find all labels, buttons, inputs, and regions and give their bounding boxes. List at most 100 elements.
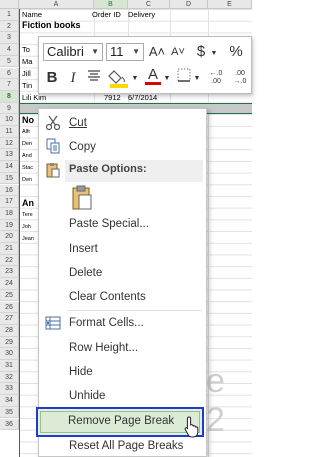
chevron-down-icon[interactable]: ▼ (131, 70, 139, 88)
paste-option-icon[interactable] (71, 185, 93, 211)
row-header[interactable]: 22 (0, 254, 19, 267)
percent-style-button[interactable]: % (225, 43, 247, 61)
decrease-decimal-button[interactable]: .00 →.0 (229, 70, 251, 86)
menu-item-clear-contents[interactable]: Clear Contents (69, 289, 146, 305)
column-header-e[interactable]: E (208, 0, 252, 9)
page-number-watermark: e 2 (206, 362, 225, 439)
row-header[interactable]: 28 (0, 324, 19, 337)
borders-icon (177, 68, 191, 82)
row-header[interactable]: 32 (0, 371, 19, 384)
copy-icon (46, 138, 60, 154)
menu-item-unhide[interactable]: Unhide (69, 388, 105, 404)
font-name-box[interactable]: Calibri ▼ (43, 43, 103, 61)
menu-item-remove-page-break[interactable]: Remove Page Break (36, 407, 204, 437)
row-header[interactable]: 2 (0, 20, 19, 33)
row-header[interactable]: 31 (0, 360, 19, 372)
row-header[interactable]: 20 (0, 231, 19, 243)
cell-a13[interactable]: And (22, 151, 32, 162)
cut-icon (45, 115, 61, 131)
mini-toolbar: Calibri ▼ 11 ▼ A˄ A˅ $ ▼ % B I ▼ A ▼ ▼ ←… (38, 36, 252, 94)
menu-item-delete[interactable]: Delete (69, 265, 102, 281)
row-header[interactable]: 35 (0, 406, 19, 419)
cell-a18[interactable]: Tere (22, 210, 33, 221)
font-size-box[interactable]: 11 ▼ (106, 43, 144, 61)
cell-a12[interactable]: Den (22, 139, 32, 150)
row-header[interactable]: 16 (0, 184, 19, 197)
cell-a2[interactable]: Fiction books (22, 20, 81, 31)
italic-button[interactable]: I (64, 69, 82, 87)
row-header[interactable]: 24 (0, 278, 19, 290)
cell-a20[interactable]: Jean (22, 234, 34, 245)
row-header[interactable]: 33 (0, 383, 19, 396)
accounting-format-button[interactable]: $ (192, 43, 210, 61)
context-menu: Cut Copy Paste Options: Paste Special...… (38, 108, 207, 457)
row-header[interactable]: 15 (0, 172, 19, 185)
menu-item-insert[interactable]: Insert (69, 241, 98, 257)
menu-item-format-cells[interactable]: Format Cells... (69, 315, 144, 331)
cell-a5[interactable]: Ma (22, 56, 32, 67)
row-header[interactable]: 21 (0, 243, 19, 255)
row-header[interactable]: 12 (0, 137, 19, 150)
row-header[interactable]: 4 (0, 44, 19, 56)
row-header[interactable]: 3 (0, 32, 19, 45)
column-header-c[interactable]: C (128, 0, 170, 9)
row-header[interactable]: 29 (0, 336, 19, 349)
cell-a11[interactable]: Alfr (22, 127, 30, 138)
row-header[interactable]: 19 (0, 219, 19, 232)
row-header[interactable]: 34 (0, 395, 19, 407)
page-break-line (19, 9, 20, 457)
row-header[interactable]: 9 (0, 102, 19, 115)
row-header[interactable]: 30 (0, 348, 19, 360)
row-header[interactable]: 14 (0, 161, 19, 173)
menu-item-reset-all-page-breaks[interactable]: Reset All Page Breaks (69, 438, 183, 454)
chevron-down-icon: ▼ (91, 47, 99, 56)
grow-font-button[interactable]: A˄ (147, 43, 167, 61)
increase-decimal-button[interactable]: ←.0 .00 (205, 70, 227, 86)
cell-a6[interactable]: Jill (22, 68, 31, 79)
row-header[interactable]: 26 (0, 301, 19, 314)
row-header[interactable]: 27 (0, 313, 19, 325)
row-header[interactable]: 11 (0, 126, 19, 138)
chevron-down-icon[interactable]: ▼ (210, 45, 218, 63)
fill-color-button[interactable] (107, 68, 131, 93)
cell-b1[interactable]: Order ID (92, 9, 121, 20)
menu-item-row-height[interactable]: Row Height... (69, 340, 138, 356)
row-header[interactable]: 18 (0, 207, 19, 220)
row-header[interactable]: 23 (0, 266, 19, 279)
column-header-b[interactable]: B (94, 0, 128, 9)
menu-item-paste-special[interactable]: Paste Special... (69, 216, 149, 232)
cell-a10[interactable]: No (22, 115, 34, 126)
row-header[interactable]: 13 (0, 149, 19, 162)
row-header[interactable]: 25 (0, 289, 19, 302)
column-header-a[interactable]: A (19, 0, 94, 9)
column-header-d[interactable]: D (170, 0, 208, 9)
menu-item-copy[interactable]: Copy (69, 139, 96, 155)
font-color-button[interactable]: A (143, 67, 163, 85)
cell-a1[interactable]: Name (22, 9, 42, 20)
bold-button[interactable]: B (43, 69, 61, 87)
align-center-button[interactable] (85, 69, 103, 87)
chevron-down-icon[interactable]: ▼ (193, 70, 201, 88)
menu-item-hide[interactable]: Hide (69, 364, 93, 380)
row-header[interactable]: 10 (0, 114, 19, 126)
cell-a19[interactable]: Joh (22, 222, 31, 233)
select-all-corner[interactable] (0, 0, 19, 9)
row-header[interactable]: 36 (0, 418, 19, 431)
row-header[interactable]: 7 (0, 79, 19, 91)
cell-a15[interactable]: Den (22, 175, 32, 186)
row-header[interactable]: 8 (0, 90, 19, 103)
row-header[interactable]: 1 (0, 9, 19, 21)
chevron-down-icon[interactable]: ▼ (163, 70, 171, 88)
cell-a7[interactable]: Tin (22, 80, 32, 91)
row-header[interactable]: 17 (0, 196, 19, 208)
row-header[interactable]: 6 (0, 67, 19, 80)
mouse-cursor-icon (184, 416, 199, 438)
borders-button[interactable] (175, 68, 193, 87)
cell-a14[interactable]: Stac (22, 163, 33, 174)
shrink-font-button[interactable]: A˅ (168, 43, 188, 61)
cell-a17[interactable]: An (22, 198, 34, 209)
cell-a4[interactable]: To (22, 44, 30, 55)
cell-c1[interactable]: Delivery (128, 9, 155, 20)
menu-item-cut[interactable]: Cut (69, 115, 87, 131)
row-header[interactable]: 5 (0, 55, 19, 68)
